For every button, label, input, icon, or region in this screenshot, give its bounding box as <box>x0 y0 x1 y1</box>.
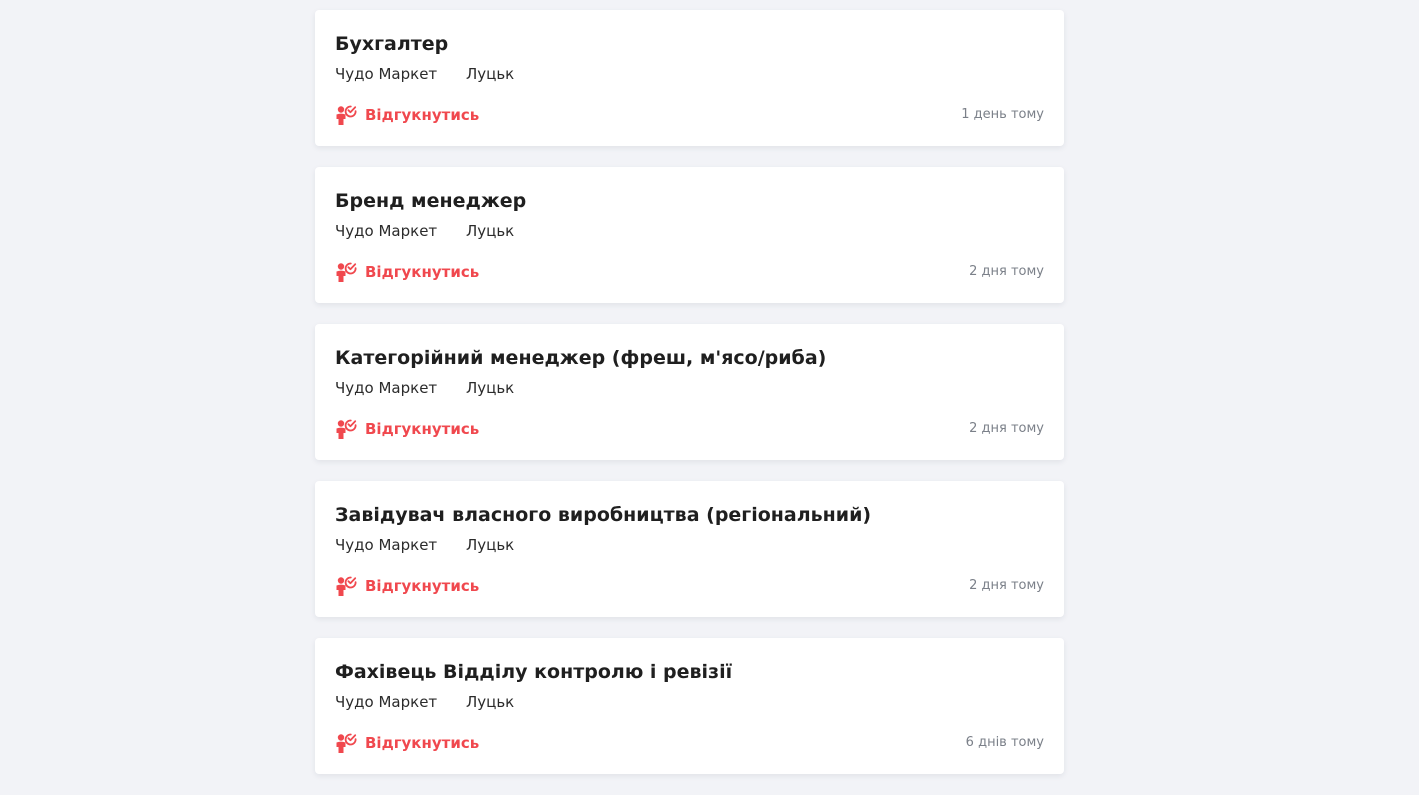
job-list: Бухгалтер Чудо Маркет Луцьк Відгукнутись… <box>315 10 1064 795</box>
apply-label: Відгукнутись <box>365 263 480 281</box>
apply-button[interactable]: Відгукнутись <box>335 575 479 597</box>
job-title[interactable]: Завідувач власного виробництва (регіонал… <box>335 501 1044 529</box>
apply-label: Відгукнутись <box>365 734 480 752</box>
city-name: Луцьк <box>465 536 515 554</box>
job-card[interactable]: Категорійний менеджер (фреш, м'ясо/риба)… <box>315 324 1064 460</box>
posted-date: 2 дня тому <box>969 264 1044 279</box>
apply-label: Відгукнутись <box>365 106 480 124</box>
posted-date: 6 днів тому <box>965 735 1044 750</box>
apply-button[interactable]: Відгукнутись <box>335 104 479 126</box>
person-check-icon <box>336 105 357 125</box>
posted-date: 2 дня тому <box>969 578 1044 593</box>
company-name: Чудо Маркет <box>335 65 438 83</box>
company-name: Чудо Маркет <box>335 222 438 240</box>
person-check-icon <box>336 576 357 596</box>
posted-date: 2 дня тому <box>969 421 1044 436</box>
apply-button[interactable]: Відгукнутись <box>335 261 479 283</box>
job-card[interactable]: Бренд менеджер Чудо Маркет Луцьк Відгукн… <box>315 167 1064 303</box>
company-name: Чудо Маркет <box>335 536 438 554</box>
apply-label: Відгукнутись <box>365 420 480 438</box>
apply-label: Відгукнутись <box>365 577 480 595</box>
job-meta: Чудо Маркет Луцьк <box>335 63 1044 85</box>
person-check-icon <box>336 262 357 282</box>
job-footer: Відгукнутись 1 день тому <box>335 104 1044 126</box>
job-meta: Чудо Маркет Луцьк <box>335 534 1044 556</box>
job-meta: Чудо Маркет Луцьк <box>335 377 1044 399</box>
job-title[interactable]: Бренд менеджер <box>335 187 1044 215</box>
company-name: Чудо Маркет <box>335 379 438 397</box>
job-meta: Чудо Маркет Луцьк <box>335 220 1044 242</box>
job-meta: Чудо Маркет Луцьк <box>335 691 1044 713</box>
city-name: Луцьк <box>465 693 515 711</box>
job-card[interactable]: Завідувач власного виробництва (регіонал… <box>315 481 1064 617</box>
job-footer: Відгукнутись 6 днів тому <box>335 732 1044 754</box>
posted-date: 1 день тому <box>961 107 1044 122</box>
city-name: Луцьк <box>465 379 515 397</box>
job-footer: Відгукнутись 2 дня тому <box>335 575 1044 597</box>
apply-button[interactable]: Відгукнутись <box>335 418 479 440</box>
city-name: Луцьк <box>465 65 515 83</box>
job-footer: Відгукнутись 2 дня тому <box>335 418 1044 440</box>
job-footer: Відгукнутись 2 дня тому <box>335 261 1044 283</box>
job-card[interactable]: Бухгалтер Чудо Маркет Луцьк Відгукнутись… <box>315 10 1064 146</box>
person-check-icon <box>336 733 357 753</box>
job-title[interactable]: Категорійний менеджер (фреш, м'ясо/риба) <box>335 344 1044 372</box>
company-name: Чудо Маркет <box>335 693 438 711</box>
job-card[interactable]: Фахівець Відділу контролю і ревізії Чудо… <box>315 638 1064 774</box>
job-title[interactable]: Фахівець Відділу контролю і ревізії <box>335 658 1044 686</box>
job-title[interactable]: Бухгалтер <box>335 30 1044 58</box>
apply-button[interactable]: Відгукнутись <box>335 732 479 754</box>
city-name: Луцьк <box>465 222 515 240</box>
person-check-icon <box>336 419 357 439</box>
